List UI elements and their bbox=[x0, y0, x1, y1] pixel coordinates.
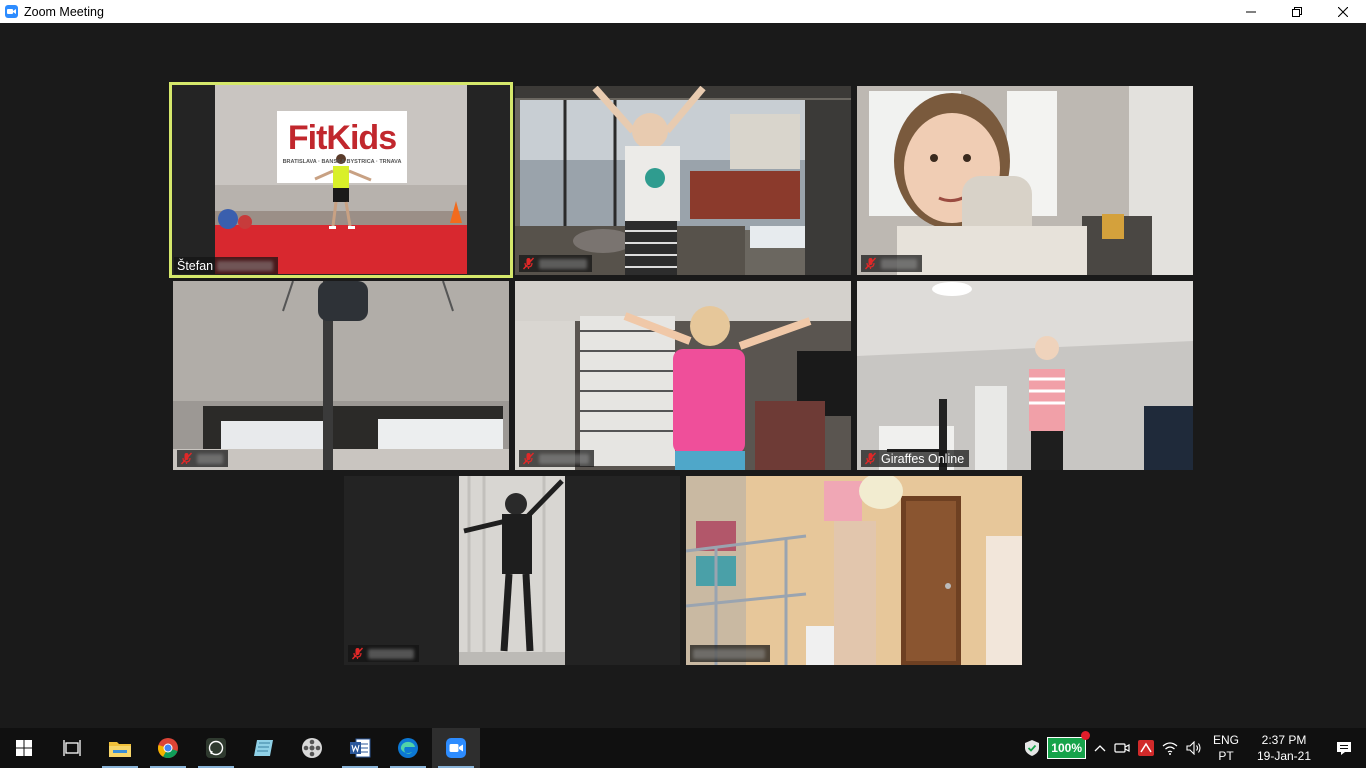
taskbar-media-app[interactable] bbox=[288, 728, 336, 768]
participant-name-tag bbox=[519, 450, 594, 467]
muted-mic-icon bbox=[864, 257, 877, 270]
show-hidden-icons-button[interactable] bbox=[1090, 728, 1110, 768]
file-explorer-icon bbox=[109, 742, 131, 757]
close-button[interactable] bbox=[1320, 0, 1366, 23]
video-frame bbox=[515, 281, 851, 470]
taskbar-whatsapp[interactable] bbox=[192, 728, 240, 768]
shield-icon bbox=[1025, 740, 1040, 756]
taskbar-word[interactable] bbox=[336, 728, 384, 768]
taskbar-zoom[interactable] bbox=[432, 728, 480, 768]
video-tile-8[interactable] bbox=[686, 476, 1022, 665]
restore-button[interactable] bbox=[1274, 0, 1320, 23]
video-tile-3[interactable] bbox=[857, 86, 1193, 275]
video-frame bbox=[686, 476, 1022, 665]
battery-indicator[interactable]: 100% bbox=[1043, 728, 1090, 768]
muted-mic-icon bbox=[522, 257, 535, 270]
participant-name-tag bbox=[519, 255, 592, 272]
fitkids-logo-text: FitKids bbox=[287, 119, 397, 157]
note-app-icon bbox=[254, 740, 273, 756]
participant-name-tag: Giraffes Online bbox=[861, 450, 970, 467]
participant-name: Štefan bbox=[177, 258, 214, 273]
volume-tray[interactable] bbox=[1182, 728, 1206, 768]
participant-name-tag: Štefan bbox=[174, 257, 279, 274]
video-tile-5[interactable] bbox=[515, 281, 851, 470]
red-app-icon bbox=[1138, 740, 1154, 756]
taskbar-note-app[interactable] bbox=[240, 728, 288, 768]
blurred-name bbox=[539, 258, 587, 269]
notification-dot bbox=[1081, 731, 1090, 740]
action-center-button[interactable] bbox=[1322, 728, 1366, 768]
window-title: Zoom Meeting bbox=[24, 4, 104, 19]
video-frame bbox=[170, 83, 512, 277]
clock-date: 19-Jan-21 bbox=[1256, 749, 1312, 763]
video-tile-giraffes-online[interactable]: Giraffes Online bbox=[857, 281, 1193, 470]
edge-icon bbox=[398, 738, 418, 758]
participant-name-tag bbox=[348, 645, 419, 662]
video-frame bbox=[515, 86, 851, 275]
notification-icon bbox=[1337, 741, 1351, 755]
muted-mic-icon bbox=[351, 647, 364, 660]
clock-time: 2:37 PM bbox=[1261, 733, 1307, 747]
fitkids-tagline: BRATISLAVA · BANSKÁ BYSTRICA · TRNAVA bbox=[282, 159, 402, 165]
minimize-icon bbox=[1246, 11, 1256, 12]
participant-name-tag bbox=[861, 255, 922, 272]
chrome-icon bbox=[158, 738, 178, 759]
task-view-icon bbox=[63, 740, 81, 756]
chevron-up-icon bbox=[1094, 745, 1106, 752]
network-tray[interactable] bbox=[1158, 728, 1182, 768]
language-code: ENG bbox=[1212, 733, 1239, 747]
zoom-icon bbox=[446, 738, 466, 758]
app-tray-red[interactable] bbox=[1134, 728, 1158, 768]
camera-tray[interactable] bbox=[1110, 728, 1134, 768]
video-tile-7[interactable] bbox=[344, 476, 680, 665]
window-title-bar[interactable]: Zoom Meeting bbox=[0, 0, 1366, 23]
speaker-icon bbox=[1186, 741, 1201, 755]
muted-mic-icon bbox=[864, 452, 877, 465]
blurred-name bbox=[217, 260, 274, 271]
fitkids-logo: FitKids bbox=[277, 119, 407, 158]
muted-mic-icon bbox=[180, 452, 193, 465]
close-icon bbox=[1338, 6, 1348, 17]
start-button[interactable] bbox=[0, 728, 48, 768]
minimize-button[interactable] bbox=[1228, 0, 1274, 23]
word-icon bbox=[350, 738, 371, 758]
blurred-name bbox=[693, 648, 765, 659]
film-reel-icon bbox=[302, 738, 322, 758]
video-frame bbox=[344, 476, 680, 665]
task-view-button[interactable] bbox=[48, 728, 96, 768]
windows-security-tray[interactable] bbox=[1021, 728, 1043, 768]
participant-name-tag bbox=[690, 645, 770, 662]
windows-start-icon bbox=[16, 740, 32, 756]
wifi-icon bbox=[1162, 742, 1178, 755]
participant-name-tag bbox=[177, 450, 228, 467]
taskbar-edge[interactable] bbox=[384, 728, 432, 768]
blurred-name bbox=[197, 453, 223, 464]
blurred-name bbox=[368, 648, 414, 659]
camera-icon bbox=[1114, 743, 1130, 753]
windows-taskbar: 100% ENG PT 2:37 PM 19-Jan-21 bbox=[0, 728, 1366, 768]
blurred-name bbox=[881, 258, 917, 269]
taskbar-file-explorer[interactable] bbox=[96, 728, 144, 768]
whatsapp-icon bbox=[206, 738, 226, 758]
video-tile-4[interactable] bbox=[173, 281, 509, 470]
video-frame bbox=[173, 281, 509, 470]
muted-mic-icon bbox=[522, 452, 535, 465]
gallery-view: FitKids BRATISLAVA · BANSKÁ BYSTRICA · T… bbox=[0, 23, 1366, 728]
participant-name: Giraffes Online bbox=[881, 451, 965, 466]
zoom-app-icon bbox=[5, 5, 18, 18]
blurred-name bbox=[539, 453, 589, 464]
video-tile-stefan[interactable]: FitKids BRATISLAVA · BANSKÁ BYSTRICA · T… bbox=[170, 83, 512, 277]
video-frame bbox=[857, 86, 1193, 275]
battery-percentage: 100% bbox=[1047, 737, 1086, 759]
keyboard-layout: PT bbox=[1218, 749, 1234, 763]
clock-button[interactable]: 2:37 PM 19-Jan-21 bbox=[1246, 728, 1322, 768]
video-frame bbox=[857, 281, 1193, 470]
taskbar-chrome[interactable] bbox=[144, 728, 192, 768]
video-tile-2[interactable] bbox=[515, 86, 851, 275]
input-language-button[interactable]: ENG PT bbox=[1206, 728, 1246, 768]
restore-icon bbox=[1292, 6, 1302, 17]
